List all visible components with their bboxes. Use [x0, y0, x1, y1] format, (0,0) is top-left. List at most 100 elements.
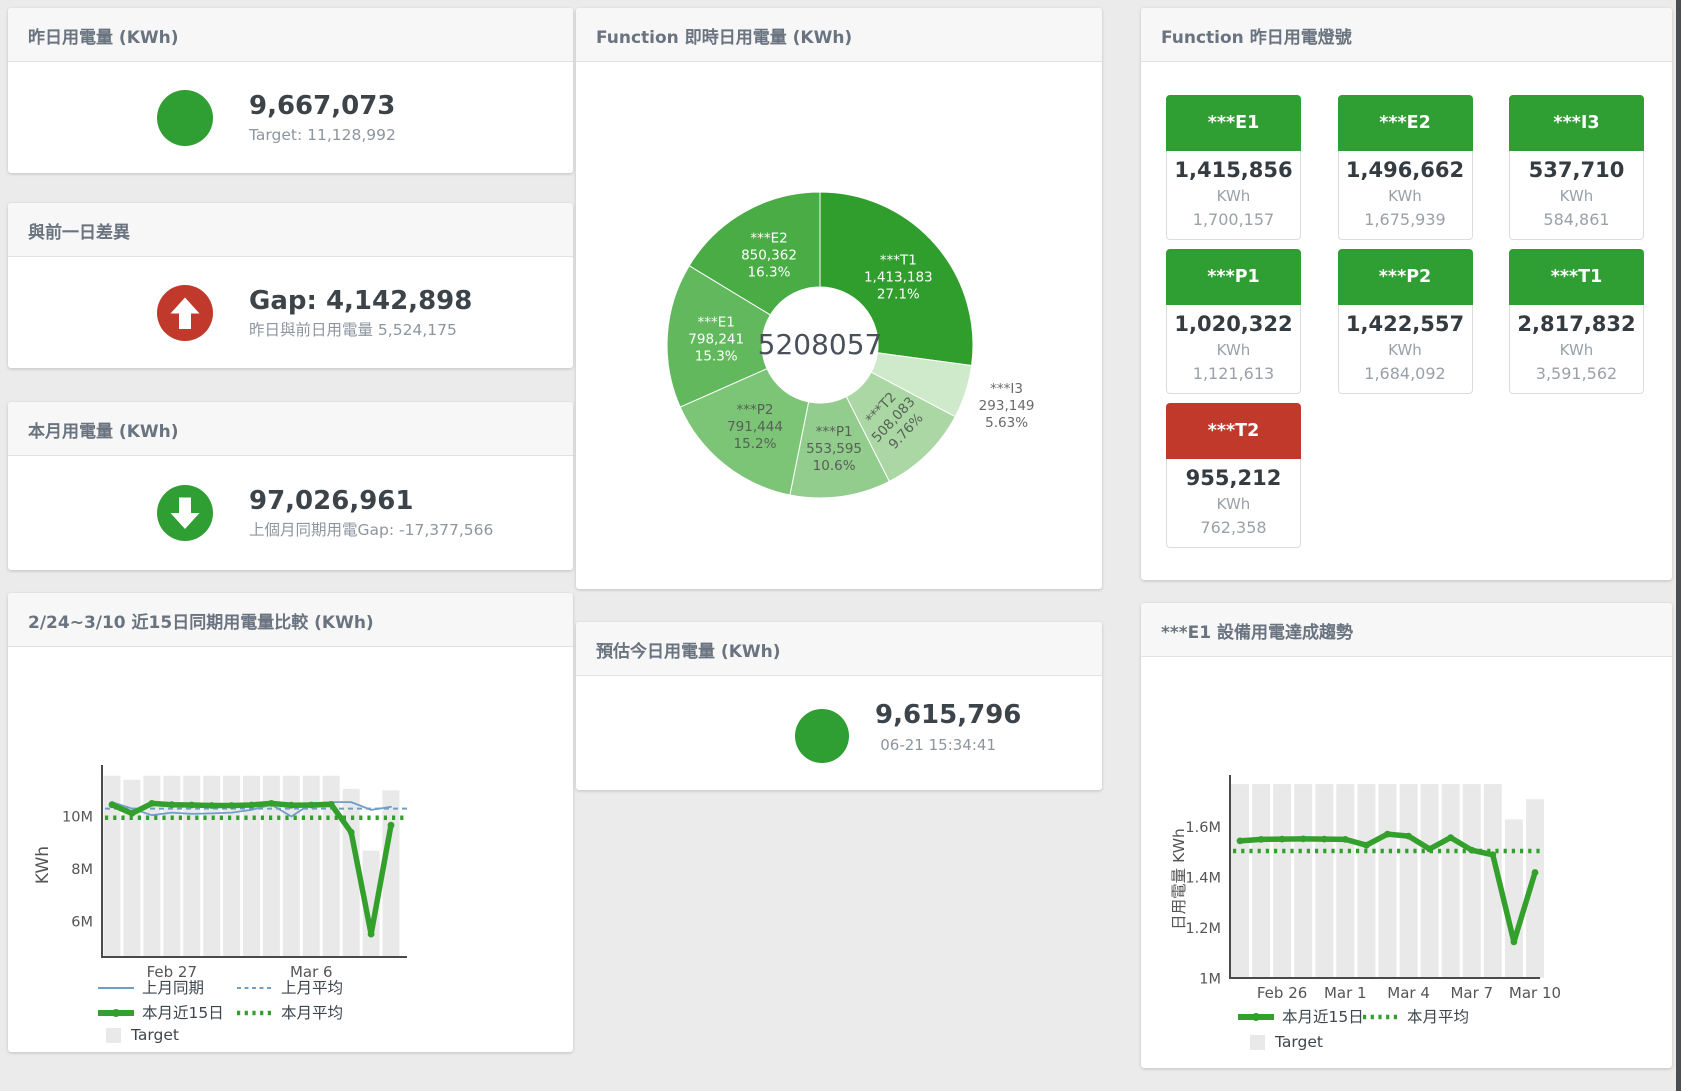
panel-lights: Function 昨日用電燈號 ***E11,415,856KWh1,700,1… — [1141, 8, 1672, 580]
tile-unit: KWh — [1510, 339, 1643, 361]
target-bar — [1442, 784, 1460, 978]
panel-title: Function 即時日用電量 (KWh) — [576, 8, 1102, 62]
energy-dashboard: 昨日用電量 (KWh) 9,667,073 Target: 11,128,992… — [0, 0, 1681, 1091]
stat-subtext: 昨日與前日用電量 5,524,175 — [249, 318, 472, 342]
lights-grid: ***E11,415,856KWh1,700,157***E21,496,662… — [1141, 62, 1672, 580]
stat-subtext: 上個月同期用電Gap: -17,377,566 — [249, 518, 493, 542]
tile-value: 1,422,557 — [1339, 310, 1472, 339]
light-tile-T1: ***T1 2,817,832KWh3,591,562 — [1509, 249, 1644, 394]
tile-value: 537,710 — [1510, 156, 1643, 185]
legend-label: 上月同期 — [142, 979, 204, 997]
tile-target: 762,358 — [1167, 515, 1300, 540]
tile-unit: KWh — [1167, 493, 1300, 515]
y-tick: 1.2M — [1185, 921, 1221, 937]
y-tick: 6M — [71, 915, 93, 931]
x-tick: Feb 26 — [1257, 984, 1307, 1002]
y-tick: 10M — [62, 810, 93, 826]
tile-unit: KWh — [1167, 339, 1300, 361]
card-day-gap: 與前一日差異 Gap: 4,142,898 昨日與前日用電量 5,524,175 — [8, 203, 573, 368]
target-bar — [1315, 784, 1333, 978]
panel-title: Function 昨日用電燈號 — [1141, 8, 1672, 62]
tile-value: 1,415,856 — [1167, 156, 1300, 185]
donut-center-total: 5208057 — [758, 328, 883, 361]
panel-title: 預估今日用電量 (KWh) — [576, 622, 1102, 676]
tile-value: 1,020,322 — [1167, 310, 1300, 339]
legend-label: 本月近15日 — [142, 1004, 224, 1022]
target-bar — [1231, 784, 1249, 978]
target-bar — [1357, 784, 1375, 978]
tile-name: ***T2 — [1166, 403, 1301, 459]
light-tile-T2: ***T2 955,212KWh762,358 — [1166, 403, 1301, 548]
stat-timestamp: 06-21 15:34:41 — [875, 736, 996, 754]
target-bar — [383, 790, 400, 957]
target-bar — [1336, 784, 1354, 978]
y-tick: 1M — [1199, 972, 1221, 988]
panel-e1-trend-chart: ***E1 設備用電達成趨勢 1M 1.2M 1.4M 1.6M Feb 26 Mar 1… — [1141, 603, 1672, 1068]
panel-title: 2/24~3/10 近15日同期用電量比較 (KWh) — [8, 593, 573, 647]
tile-name: ***T1 — [1509, 249, 1644, 305]
panel-title: 昨日用電量 (KWh) — [8, 8, 573, 62]
y-tick: 1.6M — [1185, 820, 1221, 836]
target-bar — [1505, 819, 1523, 978]
y-axis-label: 日用電量 KWh — [1170, 828, 1188, 930]
tile-value: 2,817,832 — [1510, 310, 1643, 339]
x-tick: Mar 1 — [1324, 984, 1367, 1002]
tile-name: ***I3 — [1509, 95, 1644, 151]
tile-unit: KWh — [1339, 339, 1472, 361]
status-circle-icon — [795, 709, 849, 763]
legend-label: 本月近15日 — [1282, 1008, 1364, 1026]
legend-target-swatch — [1250, 1035, 1265, 1050]
panel-title: ***E1 設備用電達成趨勢 — [1141, 603, 1672, 657]
stat-value: 9,667,073 — [249, 89, 396, 123]
realtime-usage-donut-chart: ***T11,413,18327.1%***I3293,1495.63%***T… — [576, 62, 1102, 589]
legend-label: Target — [130, 1026, 179, 1044]
tile-unit: KWh — [1339, 185, 1472, 207]
light-tile-E1: ***E1 1,415,856KWh1,700,157 — [1166, 95, 1301, 240]
status-circle-icon — [157, 90, 213, 146]
tile-name: ***E1 — [1166, 95, 1301, 151]
scrollbar[interactable] — [1676, 0, 1681, 1091]
y-axis-label: KWh — [33, 846, 53, 884]
tile-name: ***E2 — [1338, 95, 1473, 151]
stat-subtext: Target: 11,128,992 — [249, 123, 396, 147]
x-tick: Mar 10 — [1509, 984, 1561, 1002]
target-bar — [1400, 784, 1418, 978]
panel-realtime-donut: Function 即時日用電量 (KWh) ***T11,413,18327.1… — [576, 8, 1102, 589]
light-tile-E2: ***E21,496,662KWh1,675,939 — [1338, 95, 1473, 240]
tile-target: 1,684,092 — [1339, 361, 1472, 386]
tile-target: 584,861 — [1510, 207, 1643, 232]
target-bar — [1273, 784, 1291, 978]
light-tile-I3: ***I3 537,710KWh584,861 — [1509, 95, 1644, 240]
legend-label: Target — [1274, 1033, 1323, 1051]
legend-target-swatch — [106, 1028, 121, 1043]
legend-label: 本月平均 — [281, 1004, 343, 1022]
tile-name: ***P1 — [1166, 249, 1301, 305]
card-estimate-today: 預估今日用電量 (KWh) 9,615,796 06-21 15:34:41 — [576, 622, 1102, 790]
card-yesterday-usage: 昨日用電量 (KWh) 9,667,073 Target: 11,128,992 — [8, 8, 573, 173]
x-tick: Mar 7 — [1450, 984, 1493, 1002]
stat-value: 97,026,961 — [249, 484, 493, 518]
tile-unit: KWh — [1167, 185, 1300, 207]
compare-15day-chart: 6M8M10MFeb 27Mar 6KWh上月同期上月平均本月近15日本月平均T… — [8, 647, 573, 1052]
panel-title: 與前一日差異 — [8, 203, 573, 257]
light-tile-P1: ***P11,020,322KWh1,121,613 — [1166, 249, 1301, 394]
tile-name: ***P2 — [1338, 249, 1473, 305]
tile-target: 1,700,157 — [1167, 207, 1300, 232]
card-month-usage: 本月用電量 (KWh) 97,026,961 上個月同期用電Gap: -17,3… — [8, 402, 573, 570]
stat-value: 9,615,796 — [875, 700, 1021, 730]
y-tick: 1.4M — [1185, 871, 1221, 887]
x-tick: Mar 4 — [1387, 984, 1430, 1002]
light-tile-P2: ***P2 1,422,557KWh1,684,092 — [1338, 249, 1473, 394]
stat-value: Gap: 4,142,898 — [249, 284, 472, 318]
arrow-up-circle-icon — [157, 285, 213, 341]
panel-compare-chart: 2/24~3/10 近15日同期用電量比較 (KWh) 6M8M10MFeb 2… — [8, 593, 573, 1052]
target-bar — [1379, 784, 1397, 978]
tile-unit: KWh — [1510, 185, 1643, 207]
target-bar — [1294, 784, 1312, 978]
tile-target: 3,591,562 — [1510, 361, 1643, 386]
arrow-down-circle-icon — [157, 485, 213, 541]
target-bar — [1421, 784, 1439, 978]
tile-value: 955,212 — [1167, 464, 1300, 493]
target-bar — [1463, 784, 1481, 978]
legend-label: 上月平均 — [281, 979, 343, 997]
